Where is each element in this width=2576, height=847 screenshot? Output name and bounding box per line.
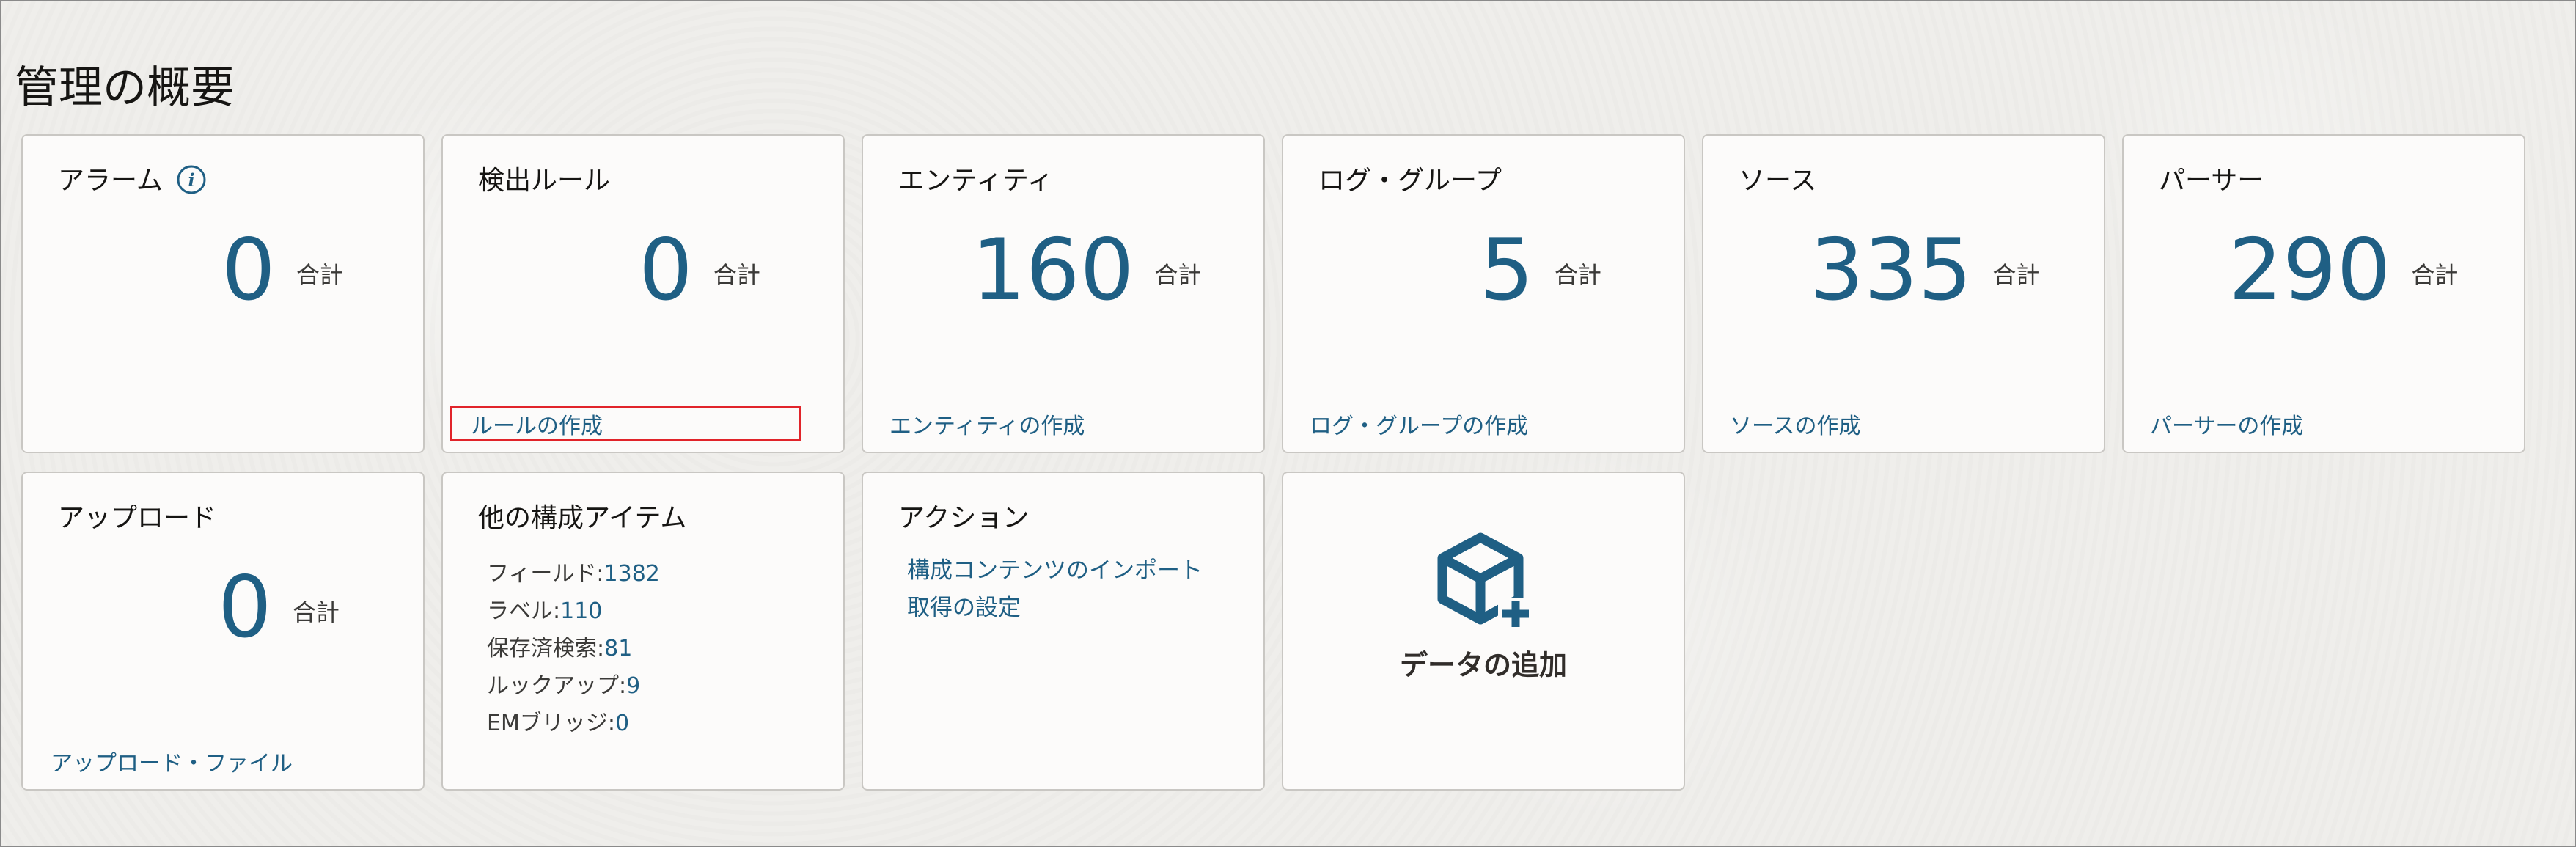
lookups-stat-label: ルックアップ: [487,673,627,699]
parsers-card-title: パーサー [2159,166,2264,196]
log-groups-card-title: ログ・グループ [1318,166,1502,196]
saved-searches-stat-label: 保存済検索: [487,636,605,661]
labels-stat-value[interactable]: 110 [560,598,602,624]
sources-total-unit: 合計 [1992,261,2040,289]
ingestion-settings-link[interactable]: 取得の設定 [907,590,1203,627]
lookups-stat: ルックアップ:9 [487,667,660,705]
upload-files-link[interactable]: アップロード・ファイル [51,749,293,779]
labels-stat-label: ラベル: [487,598,561,624]
info-icon[interactable]: i [176,164,207,195]
parsers-total-unit: 合計 [2411,261,2459,289]
uploads-total-value: 0 [218,558,272,657]
cube-plus-icon [1437,532,1533,630]
uploads-card: アップロード 0 合計 アップロード・ファイル [21,472,425,791]
parsers-total-value: 290 [2228,221,2391,320]
parsers-card: パーサー 290 合計 パーサーの作成 [2122,134,2525,453]
entities-total-value: 160 [972,221,1134,320]
alarms-card-title-row: アラーム i [58,164,207,199]
create-log-group-link[interactable]: ログ・グループの作成 [1310,412,1528,441]
other-items-card: 他の構成アイテム フィールド:1382 ラベル:110 保存済検索:81 ルック… [441,472,845,791]
add-data-label: データの追加 [1399,649,1567,681]
saved-searches-stat: 保存済検索:81 [487,630,660,667]
alarms-total-value: 0 [221,221,276,320]
action-list: 構成コンテンツのインポート 取得の設定 [907,552,1203,627]
entities-card: エンティティ 160 合計 エンティティの作成 [862,134,1265,453]
fields-stat-label: フィールド: [487,561,604,587]
svg-text:i: i [188,169,194,191]
actions-card: アクション 構成コンテンツのインポート 取得の設定 [862,472,1265,791]
other-items-card-title: 他の構成アイテム [478,503,687,533]
log-groups-total-value: 5 [1480,221,1534,320]
em-bridges-stat-value[interactable]: 0 [615,711,629,736]
saved-searches-stat-value[interactable]: 81 [604,636,632,661]
page-title: 管理の概要 [15,62,235,114]
rules-total-unit: 合計 [713,261,760,289]
rules-total-value: 0 [639,221,693,320]
import-config-content-link[interactable]: 構成コンテンツのインポート [907,552,1203,590]
alarms-total-unit: 合計 [296,261,343,289]
entities-total-unit: 合計 [1154,261,1202,289]
config-item-list: フィールド:1382 ラベル:110 保存済検索:81 ルックアップ:9 EMブ… [487,555,660,742]
create-entity-link[interactable]: エンティティの作成 [889,412,1085,441]
em-bridges-stat-label: EMブリッジ: [487,711,615,736]
em-bridges-stat: EMブリッジ:0 [487,705,660,742]
rules-card: 検出ルール 0 合計 ルールの作成 [441,134,845,453]
add-data-card[interactable]: データの追加 [1282,472,1685,791]
alarms-card: アラーム i 0 合計 [21,134,425,453]
uploads-total-unit: 合計 [292,598,340,626]
lookups-stat-value[interactable]: 9 [626,673,640,699]
log-groups-metric: 5 合計 [1480,212,1601,329]
labels-stat: ラベル:110 [487,593,660,630]
sources-card: ソース 335 合計 ソースの作成 [1702,134,2105,453]
fields-stat-value[interactable]: 1382 [604,561,660,587]
alarms-metric: 0 合計 [221,212,343,329]
create-source-link[interactable]: ソースの作成 [1730,412,1861,441]
sources-card-title: ソース [1739,166,1817,196]
fields-stat: フィールド:1382 [487,555,660,593]
rules-metric: 0 合計 [639,212,760,329]
parsers-metric: 290 合計 [2228,212,2458,329]
entities-card-title: エンティティ [898,166,1054,196]
sources-total-value: 335 [1810,221,1973,320]
rules-card-title: 検出ルール [478,166,611,196]
uploads-card-title: アップロード [58,503,217,533]
overview-frame: 管理の概要 アラーム i 0 合計 検出ルール 0 合計 ルールの作成 エンティ… [0,0,2576,847]
log-groups-card: ログ・グループ 5 合計 ログ・グループの作成 [1282,134,1685,453]
alarms-card-title: アラーム [58,166,163,196]
uploads-metric: 0 合計 [218,549,340,667]
create-parser-link[interactable]: パーサーの作成 [2150,412,2303,441]
log-groups-total-unit: 合計 [1554,261,1601,289]
create-rule-link[interactable]: ルールの作成 [471,412,603,441]
actions-card-title: アクション [898,503,1030,533]
sources-metric: 335 合計 [1810,212,2039,329]
entities-metric: 160 合計 [972,212,1201,329]
